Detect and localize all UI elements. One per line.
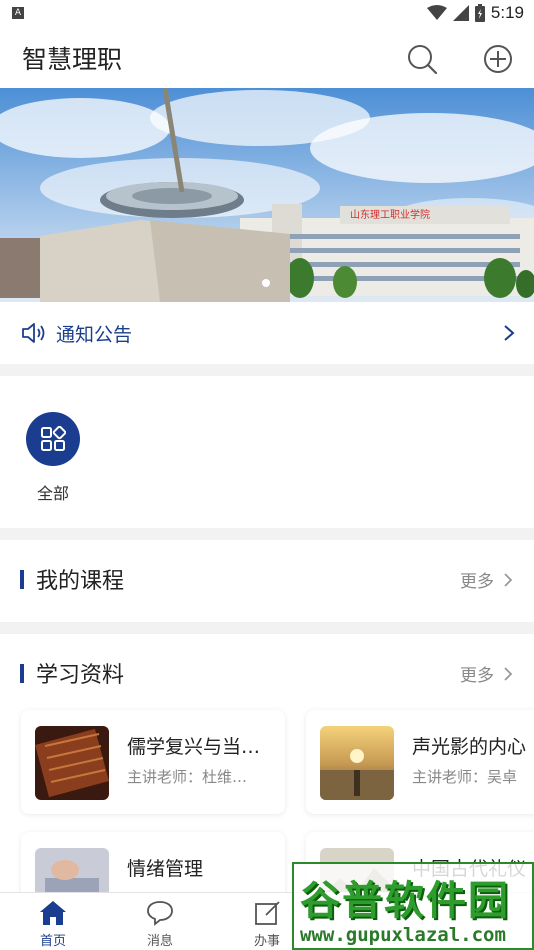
- chevron-right-icon[interactable]: [502, 571, 514, 589]
- grid-apps-icon: [41, 426, 66, 451]
- study-materials-section: 学习资料 更多 儒学复兴与当… 主讲老师：杜维… 声光影的内心 主讲老师：吴卓 …: [0, 634, 534, 936]
- more-link[interactable]: 更多: [460, 567, 494, 592]
- wifi-icon: [426, 5, 447, 20]
- status-icons: 5:19: [426, 3, 524, 23]
- material-teacher: 主讲老师：杜维…: [127, 768, 248, 786]
- section-accent-bar: [20, 570, 24, 589]
- carousel-indicator: [262, 279, 270, 287]
- search-icon[interactable]: [404, 41, 440, 77]
- tab-label: 办事: [253, 934, 280, 949]
- sim-indicator-icon: A: [12, 7, 24, 19]
- material-thumbnail: [320, 726, 394, 800]
- tab-messages[interactable]: 消息: [130, 899, 190, 949]
- chevron-right-icon[interactable]: [502, 665, 514, 683]
- tab-services[interactable]: 办事: [237, 899, 297, 949]
- watermark-logo: 谷普软件园 www.gupuxlazal.com: [292, 862, 534, 950]
- app-label: 全部: [36, 484, 69, 503]
- add-circle-icon[interactable]: [480, 41, 516, 77]
- section-title: 我的课程: [36, 569, 125, 594]
- material-title: 儒学复兴与当…: [127, 736, 261, 758]
- section-title: 学习资料: [36, 663, 125, 688]
- section-header: 学习资料 更多: [0, 634, 534, 710]
- edit-icon: [255, 901, 280, 925]
- tab-label: 消息: [146, 934, 173, 949]
- battery-icon: [474, 4, 485, 22]
- material-card[interactable]: 声光影的内心 主讲老师：吴卓: [306, 710, 534, 814]
- banner-carousel[interactable]: 山东理工职业学院: [0, 88, 534, 302]
- app-item-all[interactable]: 全部: [26, 412, 82, 504]
- chat-bubble-icon: [147, 901, 173, 926]
- section-header: 我的课程 更多: [0, 540, 534, 616]
- watermark-main-text: 谷普软件园: [300, 878, 510, 924]
- watermark-url: www.gupuxlazal.com: [300, 924, 506, 946]
- home-icon: [40, 901, 66, 925]
- campus-banner-image: 山东理工职业学院: [0, 88, 534, 302]
- material-card[interactable]: 儒学复兴与当… 主讲老师：杜维…: [21, 710, 285, 814]
- app-bar: 智慧理职: [0, 28, 534, 88]
- banner-sign-text: 山东理工职业学院: [350, 208, 430, 221]
- notice-label: 通知公告: [56, 323, 133, 346]
- material-thumbnail: [35, 726, 109, 800]
- chevron-right-icon[interactable]: [502, 323, 516, 343]
- status-bar: A 5:19: [0, 0, 534, 28]
- section-accent-bar: [20, 664, 24, 683]
- more-link[interactable]: 更多: [460, 661, 494, 686]
- speaker-icon: [22, 323, 45, 343]
- app-icon-all: [26, 412, 80, 466]
- my-courses-section: 我的课程 更多: [0, 540, 534, 622]
- tab-label: 首页: [39, 934, 66, 949]
- material-title: 情绪管理: [127, 858, 204, 880]
- page-title: 智慧理职: [22, 45, 123, 74]
- notice-bar[interactable]: 通知公告: [0, 302, 534, 364]
- status-time: 5:19: [490, 3, 524, 22]
- cellular-signal-icon: [452, 5, 469, 21]
- tab-home[interactable]: 首页: [23, 899, 83, 949]
- material-title: 声光影的内心: [412, 736, 527, 758]
- app-grid: 全部: [0, 376, 534, 528]
- material-teacher: 主讲老师：吴卓: [412, 768, 518, 786]
